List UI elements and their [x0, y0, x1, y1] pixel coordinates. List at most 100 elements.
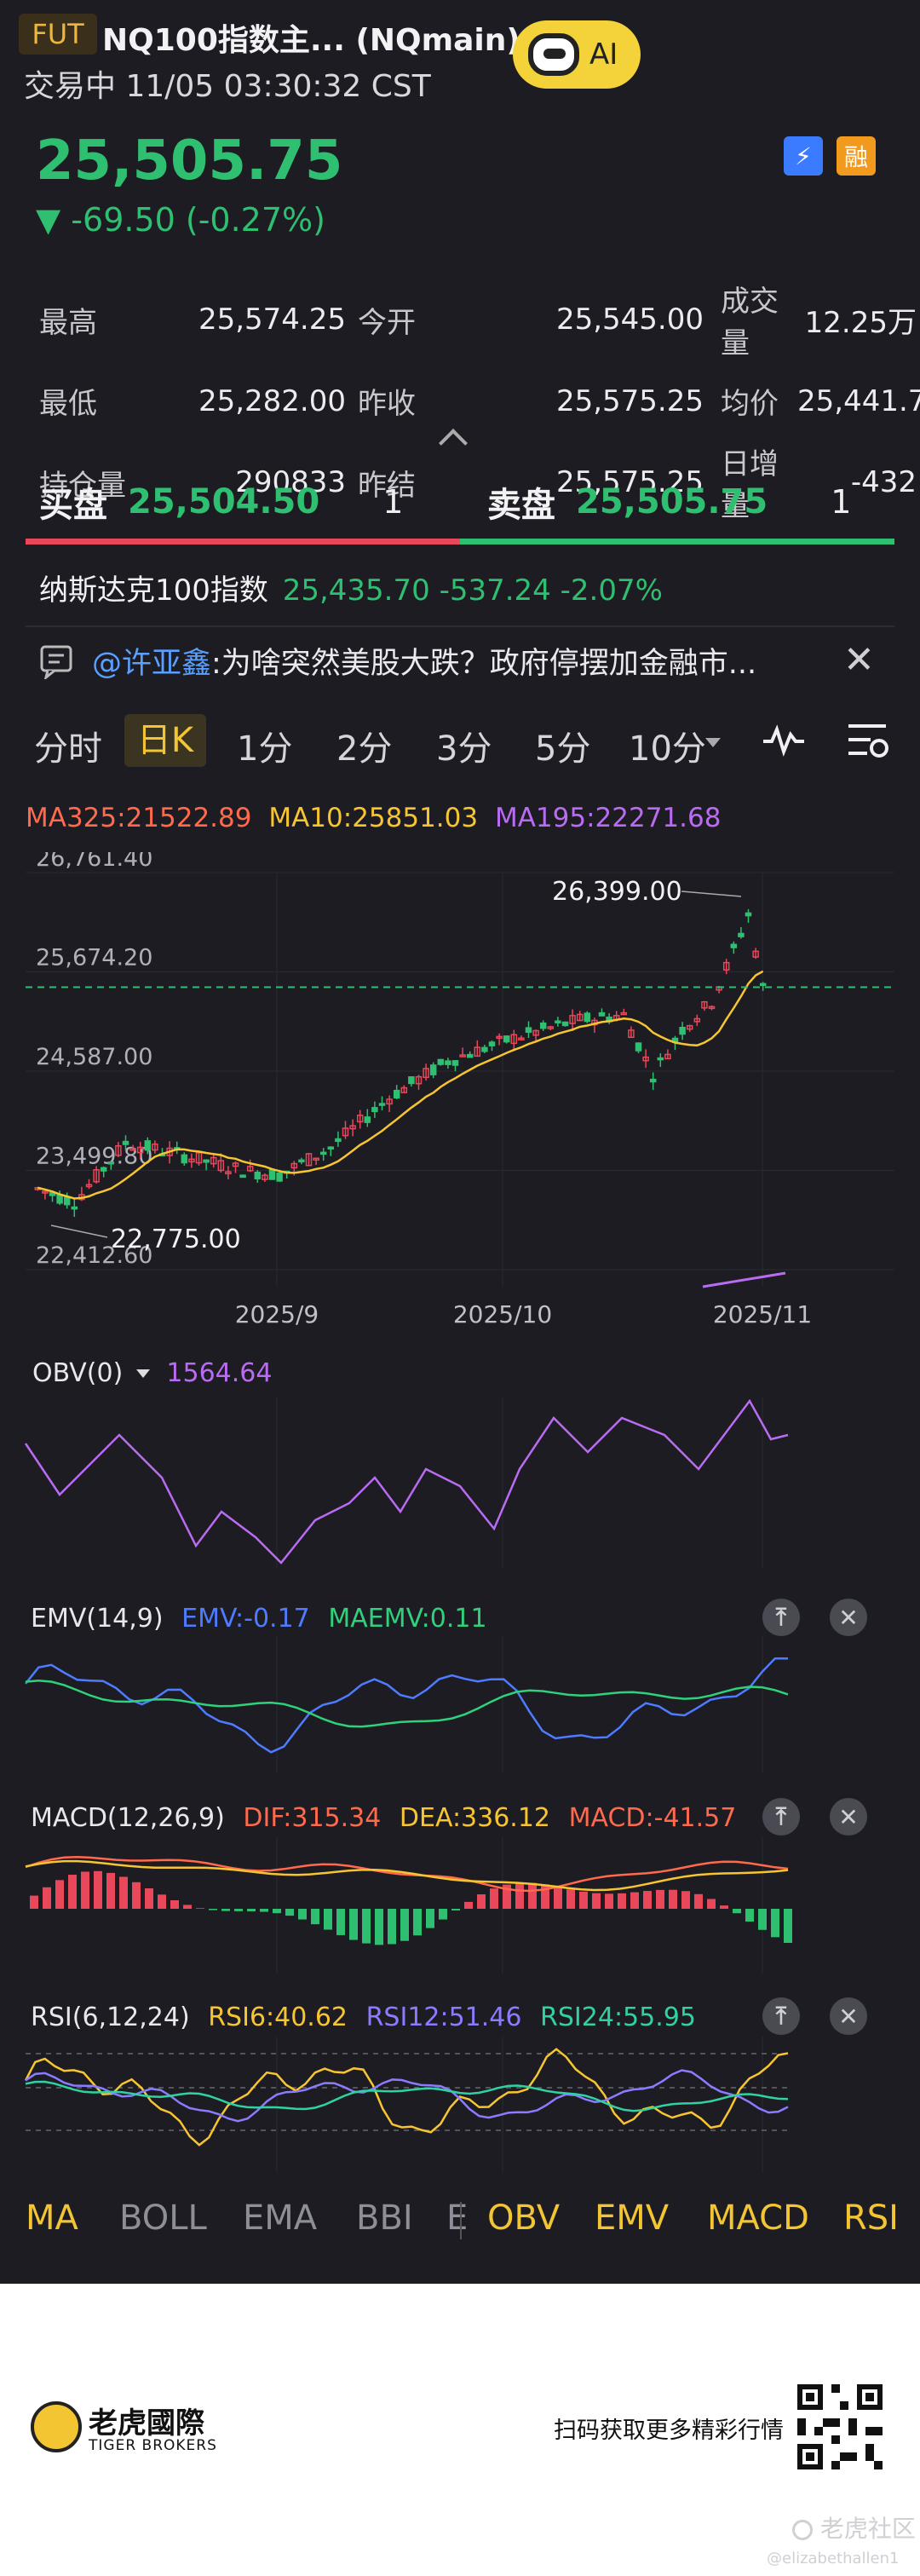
tab-ma[interactable]: MA	[26, 2199, 78, 2238]
tab-timeshare[interactable]: 分时	[34, 721, 102, 770]
macd-bar	[336, 1909, 345, 1935]
tab-macd[interactable]: MACD	[707, 2199, 809, 2238]
tab-daily-k[interactable]: 日K	[124, 714, 206, 767]
community-watermark: 老虎社区	[792, 2510, 916, 2544]
macd-bar	[592, 1893, 601, 1909]
macd-bar	[439, 1909, 447, 1920]
rsi-pin-icon[interactable]: ⤒	[762, 1997, 800, 2035]
tab-ema[interactable]: EMA	[243, 2199, 317, 2238]
qr-code[interactable]	[797, 2384, 883, 2469]
tab-10min[interactable]: 10分	[629, 721, 706, 770]
emv-legend[interactable]: EMV(14,9) EMV:-0.17 MAEMV:0.11	[31, 1604, 487, 1634]
low-annotation-leader	[50, 1225, 108, 1238]
candle-body	[319, 1151, 327, 1155]
tab-boll[interactable]: BOLL	[119, 2199, 207, 2238]
macd-bar	[733, 1909, 741, 1914]
ask-row[interactable]: 卖盘 25,505.75 1	[487, 477, 851, 527]
dropdown-caret-icon[interactable]	[705, 738, 721, 747]
macd-bar	[55, 1880, 64, 1909]
candle-body	[393, 1089, 400, 1099]
x-tick-label: 2025/9	[235, 1300, 319, 1328]
tab-emv[interactable]: EMV	[595, 2199, 669, 2238]
stat-label: 今开	[358, 305, 416, 340]
macd-bar	[681, 1891, 690, 1909]
candle-body	[276, 1172, 283, 1182]
rsi-close-icon[interactable]: ✕	[830, 1997, 867, 2035]
candle-body	[525, 1027, 532, 1034]
bid-row[interactable]: 买盘 25,504.50 1	[39, 477, 403, 527]
macd-bar	[132, 1882, 141, 1909]
low-annotation: 22,775.00	[111, 1225, 241, 1254]
macd-pin-icon[interactable]: ⤒	[762, 1798, 800, 1835]
margin-badge[interactable]: 融	[837, 136, 876, 176]
macd-close-icon[interactable]: ✕	[830, 1798, 867, 1835]
macd-bar	[260, 1909, 268, 1912]
macd-bar	[298, 1909, 307, 1920]
news-user[interactable]: @许亚鑫	[92, 639, 211, 683]
x-tick-label: 2025/11	[713, 1300, 812, 1328]
related-index[interactable]: 纳斯达克100指数 25,435.70 -537.24 -2.07%	[39, 567, 663, 608]
ma-legend[interactable]: MA325:21522.89 MA10:25851.03 MA195:22271…	[26, 803, 721, 833]
stat-value: 25,282.00	[198, 383, 346, 418]
dif-value: DIF:315.34	[243, 1803, 382, 1833]
candle-body	[539, 1022, 547, 1029]
obv-legend[interactable]: OBV(0) 1564.64	[32, 1358, 272, 1388]
candle-body	[657, 1057, 664, 1061]
news-bar[interactable]: @许亚鑫 :为啥突然美股大跌？政府停摆加金融市...	[39, 639, 883, 683]
ma195-line	[702, 1271, 786, 1288]
close-news-icon[interactable]: ✕	[843, 642, 875, 679]
macd-bar	[158, 1894, 166, 1909]
chart-settings-icon[interactable]	[845, 719, 891, 762]
candle-body	[555, 1020, 561, 1023]
instrument-title[interactable]: NQ100指数主... (NQmain)	[102, 15, 520, 60]
macd-label: MACD(12,26,9)	[31, 1803, 225, 1833]
macd-bar	[221, 1909, 230, 1911]
flash-badge[interactable]: ⚡	[784, 136, 823, 176]
macd-bar	[362, 1909, 371, 1944]
macd-bar	[451, 1909, 460, 1911]
news-text[interactable]: :为啥突然美股大跌？政府停摆加金融市...	[211, 639, 756, 683]
indicator-wave-icon[interactable]	[762, 721, 806, 758]
tab-5min[interactable]: 5分	[535, 721, 590, 770]
emv-close-icon[interactable]: ✕	[830, 1599, 867, 1636]
tab-bbi[interactable]: BBI	[356, 2199, 413, 2238]
candle-body	[584, 1012, 591, 1023]
last-price: 25,505.75	[36, 130, 343, 193]
obv-caret-icon[interactable]	[135, 1369, 150, 1378]
tab-2min[interactable]: 2分	[336, 721, 392, 770]
stat-value: 25,574.25	[198, 303, 346, 337]
ai-button[interactable]: AI	[513, 20, 641, 89]
rsi-legend[interactable]: RSI(6,12,24) RSI6:40.62 RSI12:51.46 RSI2…	[31, 2003, 696, 2032]
divider	[26, 625, 894, 627]
tab-rsi[interactable]: RSI	[843, 2199, 899, 2238]
candle-body	[364, 1116, 371, 1123]
candle-body	[239, 1174, 246, 1179]
ai-label: AI	[589, 37, 618, 72]
macd-bar	[106, 1872, 115, 1909]
scan-text: 扫码获取更多精彩行情	[554, 2418, 784, 2444]
macd-bar	[349, 1909, 358, 1940]
comment-icon	[40, 645, 72, 679]
macd-bar	[771, 1909, 779, 1938]
emv-line	[25, 1657, 788, 1754]
macd-bar	[183, 1905, 192, 1909]
candle-body	[561, 1021, 569, 1027]
tab-obv[interactable]: OBV	[487, 2199, 560, 2238]
macd-bar	[490, 1888, 498, 1909]
tab-1min[interactable]: 1分	[237, 721, 292, 770]
tab-3min[interactable]: 3分	[436, 721, 492, 770]
stat-label: 均价	[721, 387, 779, 421]
candle-body	[429, 1064, 437, 1075]
kline-chart[interactable]: 26,761.4025,674.2024,587.0023,499.8022,4…	[0, 852, 920, 1346]
emv-pin-icon[interactable]: ⤒	[762, 1599, 800, 1636]
candle-body	[63, 1196, 71, 1206]
candle-body	[107, 1161, 115, 1165]
x-tick-label: 2025/10	[453, 1300, 552, 1328]
ma10-value: MA10:25851.03	[268, 803, 479, 833]
macd-bar	[285, 1909, 294, 1916]
tab-e-partial[interactable]: E	[446, 2199, 468, 2238]
ask-price: 25,505.75	[576, 482, 768, 522]
macd-legend[interactable]: MACD(12,26,9) DIF:315.34 DEA:336.12 MACD…	[31, 1803, 736, 1833]
candle-body	[730, 943, 738, 948]
y-tick-label: 24,587.00	[36, 1044, 152, 1070]
